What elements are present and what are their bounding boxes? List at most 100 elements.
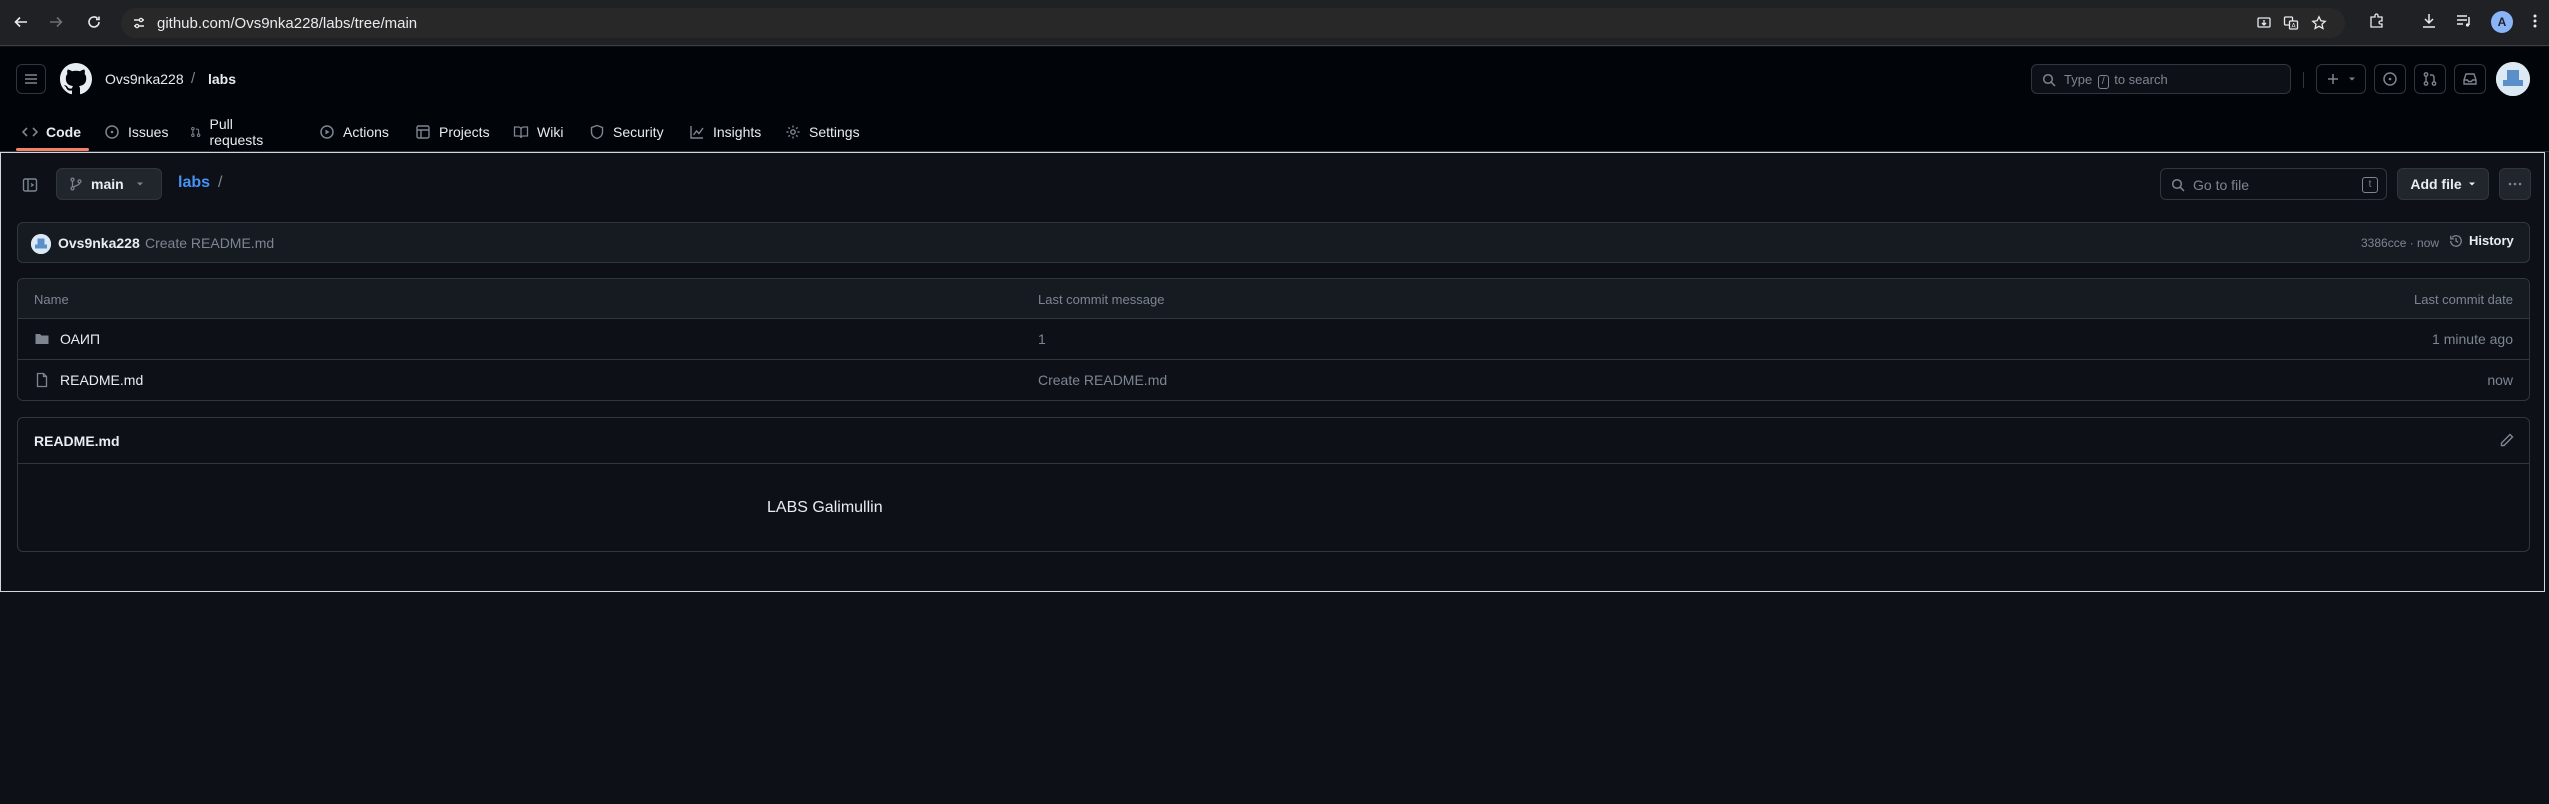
search-placeholder: Type / to search — [2064, 72, 2168, 89]
tab-wiki-label: Wiki — [537, 124, 564, 140]
search-icon — [2042, 73, 2056, 87]
file-table-header: Name Last commit message Last commit dat… — [18, 279, 2529, 319]
path-repo-link[interactable]: labs — [178, 174, 210, 191]
tab-security-label: Security — [613, 124, 664, 140]
go-to-file-input[interactable]: Go to file t — [2160, 168, 2387, 200]
pull-request-icon — [191, 127, 201, 137]
tab-insights[interactable]: Insights — [689, 113, 761, 151]
inbox-icon — [2463, 73, 2477, 85]
commit-message[interactable]: Create README.md — [145, 235, 274, 251]
history-icon — [2450, 234, 2462, 247]
history-button[interactable]: History — [2449, 233, 2514, 248]
commit-author-avatar[interactable] — [31, 234, 51, 254]
file-name-link[interactable]: README.md — [60, 372, 143, 388]
user-avatar[interactable] — [2496, 62, 2530, 96]
global-nav-menu-button[interactable] — [16, 64, 46, 94]
table-row[interactable]: README.md Create README.md now — [18, 360, 2529, 400]
readme-panel: README.md LABS Galimullin — [17, 417, 2530, 552]
readme-title[interactable]: README.md — [34, 433, 120, 449]
breadcrumb-repo[interactable]: labs — [208, 71, 236, 87]
tab-actions-label: Actions — [343, 124, 389, 140]
translate-icon[interactable]: A — [2283, 15, 2299, 31]
tab-settings-label: Settings — [809, 124, 860, 140]
reload-icon[interactable] — [82, 10, 106, 34]
url-text: github.com/Ovs9nka228/labs/tree/main — [157, 15, 418, 32]
search-shortcut-key: / — [2097, 75, 2109, 89]
file-tree-toggle-button[interactable] — [14, 169, 46, 201]
install-app-icon[interactable] — [2256, 15, 2272, 31]
shield-icon — [590, 124, 604, 140]
back-arrow-icon[interactable] — [9, 10, 33, 34]
git-branch-icon — [70, 177, 82, 191]
latest-commit-bar: Ovs9nka228 Create README.md 3386cce · no… — [17, 222, 2530, 263]
chevron-down-icon — [136, 182, 143, 186]
branch-name: main — [91, 176, 124, 192]
copilot-button[interactable] — [2374, 64, 2406, 94]
bookmark-star-icon[interactable] — [2311, 15, 2327, 31]
github-logo-icon[interactable] — [60, 63, 92, 95]
address-bar[interactable]: github.com/Ovs9nka228/labs/tree/main A — [121, 8, 2345, 38]
file-name-link[interactable]: ОАИП — [60, 331, 100, 347]
downloads-icon[interactable] — [2420, 12, 2438, 30]
play-icon — [320, 125, 334, 139]
inbox-button[interactable] — [2454, 64, 2486, 94]
chevron-down-icon — [2468, 182, 2475, 186]
tab-pull-requests-label: Pull requests — [209, 116, 264, 148]
folder-icon — [34, 331, 50, 347]
breadcrumb-separator: / — [191, 70, 196, 87]
commit-author[interactable]: Ovs9nka228 — [58, 235, 140, 251]
file-table: Name Last commit message Last commit dat… — [17, 278, 2530, 401]
tab-issues[interactable]: Issues — [104, 113, 168, 151]
row-commit-message[interactable]: 1 — [1038, 331, 1046, 347]
gear-icon — [786, 125, 800, 139]
commit-sha-time[interactable]: 3386cce · now — [2361, 236, 2439, 250]
more-options-button[interactable] — [2499, 168, 2531, 200]
file-icon — [34, 372, 50, 388]
issue-icon — [105, 125, 119, 139]
row-commit-date: now — [2487, 372, 2513, 388]
file-path-breadcrumb: labs / — [178, 174, 222, 192]
repo-content: main labs / Go to file t Add file Ovs9nka… — [0, 152, 2545, 592]
code-icon — [22, 127, 38, 137]
site-settings-icon[interactable] — [132, 16, 146, 30]
table-icon — [416, 125, 430, 139]
path-separator: / — [218, 174, 223, 191]
column-name: Name — [34, 292, 69, 307]
create-new-button[interactable] — [2316, 64, 2366, 94]
add-file-button[interactable]: Add file — [2397, 168, 2489, 200]
tab-code[interactable]: Code — [22, 113, 81, 151]
pull-request-icon — [2423, 72, 2437, 86]
row-commit-message[interactable]: Create README.md — [1038, 372, 1167, 388]
browser-menu-icon[interactable] — [2528, 12, 2542, 30]
readme-content: LABS Galimullin — [767, 499, 883, 516]
readme-header: README.md — [18, 418, 2529, 464]
pull-requests-button[interactable] — [2414, 64, 2446, 94]
plus-icon — [2328, 74, 2338, 84]
forward-arrow-icon[interactable] — [44, 10, 68, 34]
graph-icon — [690, 126, 704, 139]
kebab-horizontal-icon — [2508, 182, 2522, 186]
search-icon — [2171, 178, 2185, 192]
tab-settings[interactable]: Settings — [785, 113, 860, 151]
breadcrumb-owner[interactable]: Ovs9nka228 — [105, 71, 184, 87]
tab-actions[interactable]: Actions — [319, 113, 389, 151]
extensions-puzzle-icon[interactable] — [2368, 12, 2386, 30]
tab-code-label: Code — [46, 124, 81, 140]
pencil-icon[interactable] — [2499, 432, 2515, 448]
global-search-input[interactable]: Type / to search — [2031, 64, 2291, 94]
tab-insights-label: Insights — [713, 124, 762, 140]
tab-security[interactable]: Security — [589, 113, 664, 151]
tab-pull-requests[interactable]: Pull requests — [190, 113, 268, 151]
table-row[interactable]: ОАИП 1 1 minute ago — [18, 319, 2529, 360]
branch-selector-button[interactable]: main — [56, 168, 162, 200]
tab-wiki[interactable]: Wiki — [513, 113, 563, 151]
tab-projects-label: Projects — [439, 124, 490, 140]
profile-avatar[interactable]: A — [2491, 11, 2513, 33]
hamburger-icon — [25, 74, 37, 84]
tab-issues-label: Issues — [128, 124, 169, 140]
go-to-file-placeholder: Go to file — [2193, 177, 2250, 193]
chevron-down-icon — [2349, 77, 2355, 81]
header-divider — [2303, 72, 2304, 88]
media-controls-icon[interactable] — [2455, 12, 2473, 30]
tab-projects[interactable]: Projects — [415, 113, 490, 151]
